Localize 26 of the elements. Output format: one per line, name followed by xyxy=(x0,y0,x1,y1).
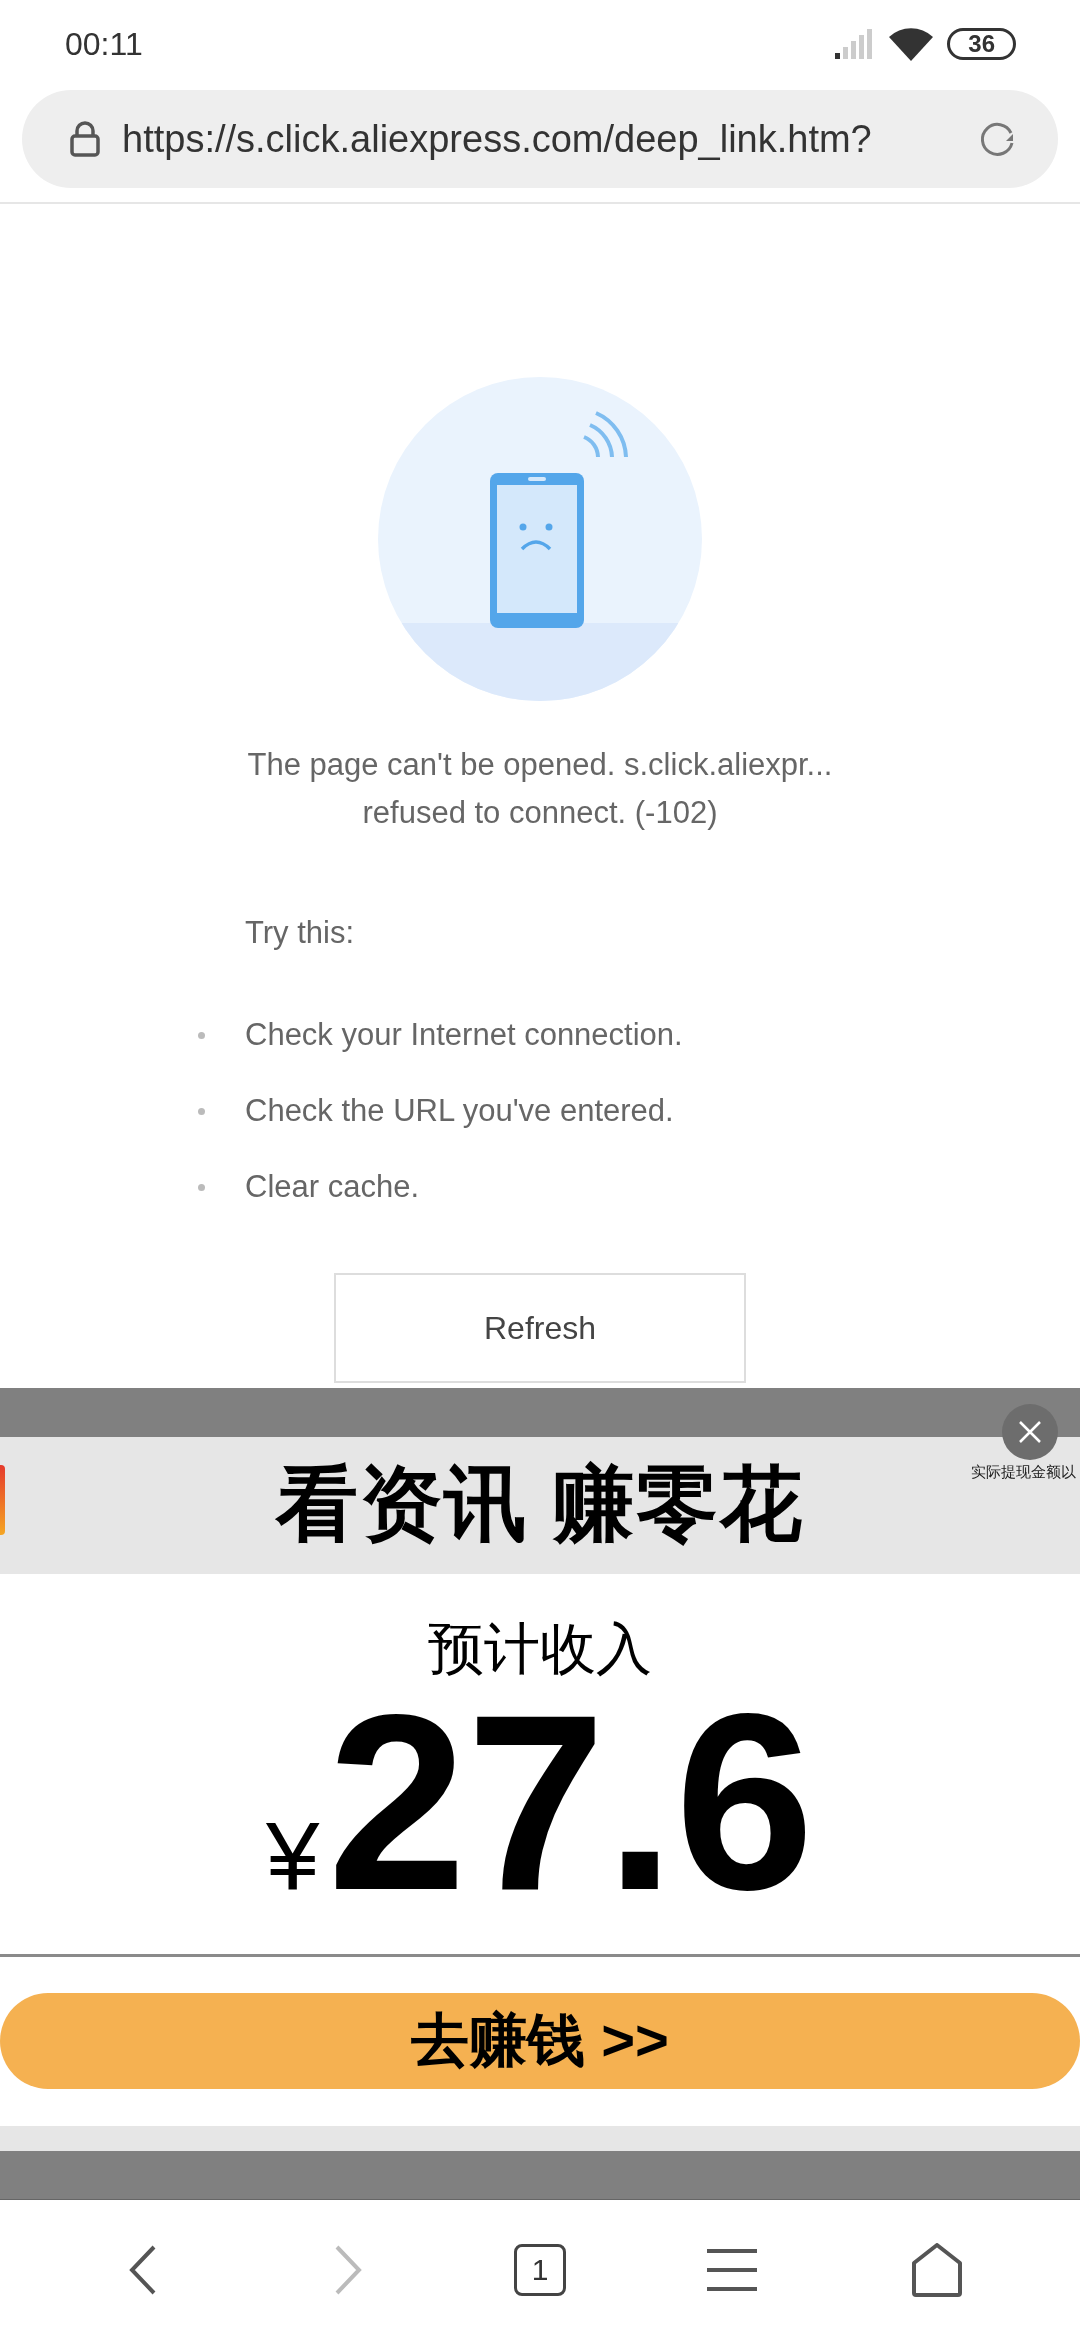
back-icon xyxy=(127,2245,158,2295)
ad-headline: 看资讯 赚零花 xyxy=(275,1457,805,1552)
refresh-button[interactable]: Refresh xyxy=(334,1273,746,1383)
forward-icon xyxy=(333,2245,364,2295)
status-time: 00:11 xyxy=(65,25,143,63)
url-text: https://s.click.aliexpress.com/deep_link.htm? xyxy=(122,117,873,161)
address-bar[interactable]: https://s.click.aliexpress.com/deep_link.htm? xyxy=(22,90,1058,188)
earn-money-button[interactable]: 去赚钱 >> xyxy=(0,1993,1080,2090)
error-message: The page can't be opened. s.click.aliexpr... refused to connect. (-102) xyxy=(246,746,834,832)
bullet-icon xyxy=(198,1031,205,1039)
app-icon xyxy=(0,1464,5,1535)
tips-heading: Try this: xyxy=(245,915,355,951)
bullet-icon xyxy=(198,1183,205,1191)
battery-level: 36 xyxy=(947,28,1016,60)
menu-icon xyxy=(706,2248,757,2292)
currency-symbol: ¥ xyxy=(266,1800,320,1911)
home-icon xyxy=(911,2243,964,2297)
tabs-button[interactable]: 1 xyxy=(514,2244,566,2296)
tip-text: Clear cache. xyxy=(245,1169,420,1205)
lock-icon xyxy=(70,121,100,157)
wifi-icon xyxy=(889,27,934,61)
tip-text: Check the URL you've entered. xyxy=(245,1093,674,1129)
close-icon xyxy=(1018,1419,1042,1444)
tip-text: Check your Internet connection. xyxy=(245,1017,683,1053)
ad-note: 实际提现金额以 xyxy=(971,1462,1076,1482)
bullet-icon xyxy=(198,1107,205,1115)
